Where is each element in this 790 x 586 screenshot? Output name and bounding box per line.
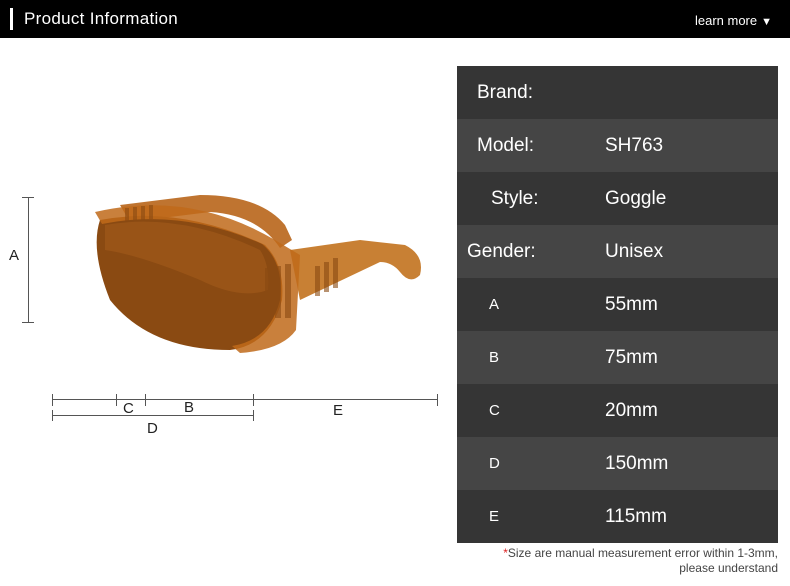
- spec-value: Unisex: [605, 241, 664, 262]
- note-line-2: please understand: [679, 561, 778, 575]
- spec-row-style: Style: Goggle: [457, 172, 778, 225]
- spec-row-model: Model: SH763: [457, 119, 778, 172]
- spec-row-gender: Gender: Unisex: [457, 225, 778, 278]
- spec-key: Brand:: [477, 82, 533, 103]
- spec-key: B: [489, 349, 500, 366]
- spec-value: 55mm: [605, 294, 658, 315]
- spec-row-e: E 115mm: [457, 490, 778, 543]
- dimension-tick: [52, 410, 53, 421]
- spec-row-brand: Brand:: [457, 66, 778, 119]
- dimension-label-d: D: [147, 420, 158, 437]
- spec-key: E: [489, 508, 500, 525]
- dimension-line-a: [28, 197, 29, 323]
- dimension-tick: [22, 322, 34, 323]
- dimension-label-e: E: [333, 402, 344, 419]
- spec-key: Style:: [491, 188, 539, 209]
- spec-table: Brand: Model: SH763 Style: Goggle Gender…: [457, 66, 778, 543]
- spec-key: Gender:: [467, 241, 536, 262]
- measurement-note: *Size are manual measurement error withi…: [458, 546, 778, 576]
- dimension-label-b: B: [184, 399, 195, 416]
- dimension-tick: [116, 394, 117, 406]
- spec-value: 20mm: [605, 400, 658, 421]
- spec-key: A: [489, 296, 500, 313]
- dimension-tick: [52, 394, 53, 406]
- dimension-label-a: A: [9, 247, 20, 264]
- dimension-tick: [437, 394, 438, 406]
- dimension-tick: [22, 197, 34, 198]
- spec-row-d: D 150mm: [457, 437, 778, 490]
- spec-row-c: C 20mm: [457, 384, 778, 437]
- spec-row-a: A 55mm: [457, 278, 778, 331]
- dimension-tick: [253, 410, 254, 421]
- dimension-line-top: [52, 399, 438, 400]
- dimension-tick: [253, 394, 254, 406]
- spec-key: C: [489, 402, 500, 419]
- spec-value: 75mm: [605, 347, 658, 368]
- dimension-line-d: [52, 415, 254, 416]
- note-line-1: Size are manual measurement error within…: [507, 546, 778, 560]
- spec-value: SH763: [605, 135, 664, 156]
- spec-key: D: [489, 455, 500, 472]
- spec-value: 150mm: [605, 453, 669, 474]
- spec-row-b: B 75mm: [457, 331, 778, 384]
- dimension-tick: [145, 394, 146, 406]
- spec-key: Model:: [477, 135, 535, 156]
- spec-value: Goggle: [605, 188, 667, 209]
- spec-value: 115mm: [605, 506, 667, 527]
